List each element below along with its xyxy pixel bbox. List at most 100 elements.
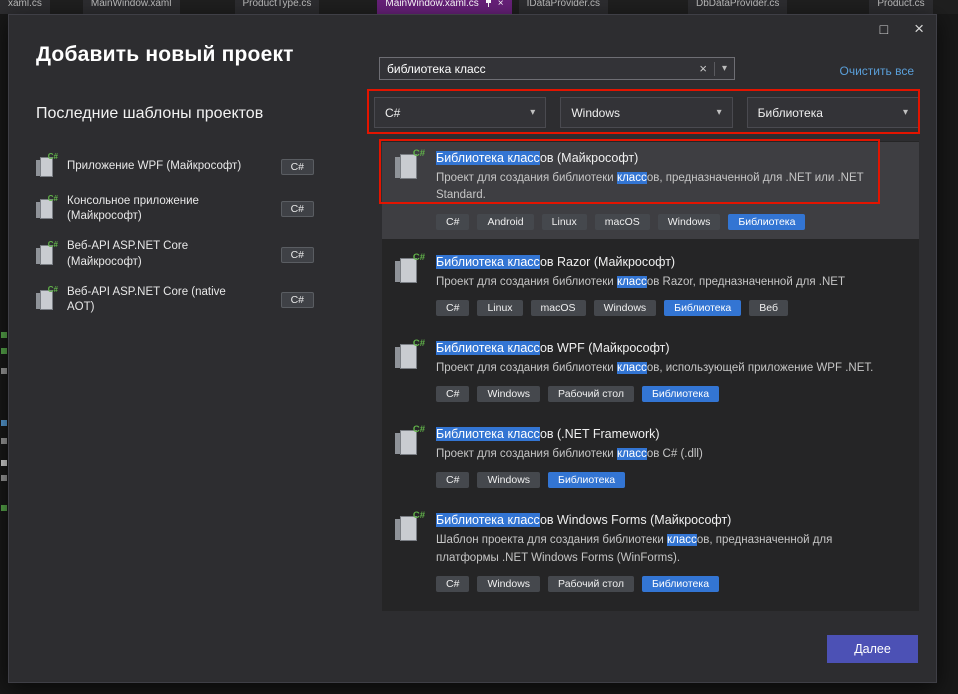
template-result-body: Библиотека классов (Майкрософт)Проект дл… bbox=[436, 151, 909, 230]
template-tag[interactable]: Windows bbox=[658, 214, 721, 230]
template-tag[interactable]: Windows bbox=[477, 472, 540, 488]
maximize-icon[interactable]: □ bbox=[880, 20, 888, 38]
template-tag[interactable]: C# bbox=[436, 472, 469, 488]
template-tag[interactable]: Библиотека bbox=[664, 300, 741, 316]
template-description: Проект для создания библиотеки классов, … bbox=[436, 360, 878, 377]
text-part: ов C# (.dll) bbox=[647, 448, 703, 460]
chevron-down-icon: ▾ bbox=[717, 107, 722, 118]
text-part: класс bbox=[617, 362, 647, 374]
template-result-item[interactable]: C# Библиотека классов Windows Forms (Майк… bbox=[382, 504, 919, 601]
template-result-item[interactable]: C#Библиотека настраиваемых элементов упр… bbox=[382, 608, 919, 611]
template-tag[interactable]: macOS bbox=[531, 300, 586, 316]
template-tag[interactable]: C# bbox=[436, 300, 469, 316]
recent-template-item[interactable]: C#Консольное приложение (Майкрософт)C# bbox=[36, 194, 314, 224]
pin-icon[interactable] bbox=[485, 0, 492, 8]
tab-label: xaml.cs bbox=[8, 0, 42, 10]
template-tag[interactable]: Linux bbox=[542, 214, 587, 230]
text-part: класс bbox=[667, 534, 697, 546]
search-clear-icon[interactable]: × bbox=[692, 58, 714, 79]
close-icon[interactable]: × bbox=[914, 20, 924, 38]
text-part: класс bbox=[617, 448, 647, 460]
template-tag[interactable]: Linux bbox=[477, 300, 522, 316]
template-tags: C# Linux macOS Windows Библиотека Веб bbox=[436, 300, 909, 316]
template-tag[interactable]: Android bbox=[477, 214, 533, 230]
template-result-body: Библиотека классов Windows Forms (Майкро… bbox=[436, 513, 909, 592]
template-icon: C# bbox=[394, 513, 424, 543]
editor-tab[interactable]: Product.cs bbox=[869, 0, 932, 14]
editor-tab[interactable]: DbDataProvider.cs bbox=[688, 0, 787, 14]
template-tag[interactable]: Рабочий стол bbox=[548, 386, 634, 402]
template-tags: C# Android Linux macOS Windows Библиотека bbox=[436, 214, 909, 230]
template-icon: C# bbox=[394, 255, 424, 285]
chevron-down-icon: ▾ bbox=[530, 107, 535, 118]
template-result-body: Библиотека классов (.NET Framework)Проек… bbox=[436, 427, 909, 488]
template-tag[interactable]: Windows bbox=[477, 576, 540, 592]
search-dropdown-icon[interactable]: ▾ bbox=[715, 58, 734, 79]
recent-template-item[interactable]: C#Приложение WPF (Майкрософт)C# bbox=[36, 155, 314, 179]
editor-tab[interactable]: IDataProvider.cs bbox=[519, 0, 608, 14]
tab-label: MainWindow.xaml.cs bbox=[385, 0, 478, 10]
recent-template-item[interactable]: C#Веб-API ASP.NET Core (Майкрософт)C# bbox=[36, 239, 314, 269]
template-tag[interactable]: Рабочий стол bbox=[548, 576, 634, 592]
text-part: ов (.NET Framework) bbox=[540, 427, 660, 441]
text-part: класс bbox=[617, 172, 647, 184]
editor-tab[interactable]: MainWindow.xaml bbox=[83, 0, 180, 14]
recent-template-label: Консольное приложение (Майкрософт) bbox=[67, 194, 249, 224]
text-part: Библиотека класс bbox=[436, 255, 540, 269]
recent-template-list: C#Приложение WPF (Майкрософт)C# C# Консоль… bbox=[36, 155, 314, 315]
clear-all-link[interactable]: Очистить все bbox=[840, 64, 914, 78]
template-tag[interactable]: C# bbox=[436, 576, 469, 592]
template-title: Библиотека классов Windows Forms (Майкро… bbox=[436, 513, 909, 527]
template-search-input[interactable] bbox=[380, 62, 692, 76]
recent-template-label: Приложение WPF (Майкрософт) bbox=[67, 159, 249, 174]
close-icon[interactable]: × bbox=[498, 0, 504, 10]
template-title: Библиотека классов (.NET Framework) bbox=[436, 427, 909, 441]
template-tag[interactable]: macOS bbox=[595, 214, 650, 230]
recent-template-item[interactable]: C#Веб-API ASP.NET Core (native AOT)C# bbox=[36, 285, 314, 315]
next-button[interactable]: Далее bbox=[827, 635, 918, 663]
filter-value: C# bbox=[385, 106, 400, 120]
text-part: Проект для создания библиотеки bbox=[436, 172, 617, 184]
template-tag[interactable]: Библиотека bbox=[642, 386, 719, 402]
template-search-box[interactable]: × ▾ bbox=[379, 57, 735, 80]
filter-value: Библиотека bbox=[758, 106, 823, 120]
template-result-item[interactable]: C#Библиотека классов (Майкрософт)Проект … bbox=[382, 142, 919, 239]
code-fragment bbox=[1, 368, 7, 374]
window-controls: □ × bbox=[880, 20, 924, 38]
editor-tab[interactable]: xaml.cs bbox=[0, 0, 50, 14]
template-tag[interactable]: Веб bbox=[749, 300, 788, 316]
csharp-mark-icon: C# bbox=[413, 424, 425, 435]
template-tag[interactable]: Библиотека bbox=[728, 214, 805, 230]
recent-template-label: Веб-API ASP.NET Core (Майкрософт) bbox=[67, 239, 249, 269]
filter-row: C#▾Windows▾Библиотека▾ bbox=[374, 97, 919, 128]
language-filter[interactable]: C# ▾ bbox=[374, 97, 546, 128]
template-tag[interactable]: C# bbox=[436, 214, 469, 230]
template-tag[interactable]: Windows bbox=[477, 386, 540, 402]
template-tag[interactable]: Библиотека bbox=[548, 472, 625, 488]
text-part: Шаблон проекта для создания библиотеки bbox=[436, 534, 667, 546]
text-part: ов, использующей приложение WPF .NET. bbox=[647, 362, 873, 374]
csharp-mark-icon: C# bbox=[413, 510, 425, 521]
template-tag[interactable]: C# bbox=[436, 386, 469, 402]
template-tag[interactable]: Библиотека bbox=[642, 576, 719, 592]
chevron-down-icon: ▾ bbox=[903, 107, 908, 118]
editor-tab[interactable]: ProductType.cs bbox=[235, 0, 320, 14]
template-result-item[interactable]: C# Библиотека класс ов WPF (Майкрософт) Про… bbox=[382, 332, 919, 411]
template-result-item[interactable]: C#Библиотека классов Razor (Майкрософт)П… bbox=[382, 246, 919, 325]
tab-label: MainWindow.xaml bbox=[91, 0, 172, 10]
project-type-filter[interactable]: Библиотека ▾ bbox=[747, 97, 919, 128]
template-icon: C# bbox=[394, 151, 424, 181]
tab-label: ProductType.cs bbox=[243, 0, 312, 10]
recent-templates-heading: Последние шаблоны проектов bbox=[36, 105, 263, 123]
code-fragment bbox=[1, 348, 7, 354]
text-part: ов WPF (Майкрософт) bbox=[540, 341, 670, 355]
template-tag[interactable]: Windows bbox=[594, 300, 657, 316]
csharp-mark-icon: C# bbox=[413, 338, 425, 349]
template-title: Библиотека классов Razor (Майкрософт) bbox=[436, 255, 909, 269]
platform-filter[interactable]: Windows▾ bbox=[560, 97, 732, 128]
template-result-item[interactable]: C#Библиотека классов (.NET Framework)Про… bbox=[382, 418, 919, 497]
template-icon: C# bbox=[36, 197, 57, 221]
template-icon: C# bbox=[394, 427, 424, 457]
editor-tab[interactable]: MainWindow.xaml.cs × bbox=[377, 0, 511, 14]
template-result-body: Библиотека класс ов WPF (Майкрософт) Проек… bbox=[436, 341, 909, 402]
